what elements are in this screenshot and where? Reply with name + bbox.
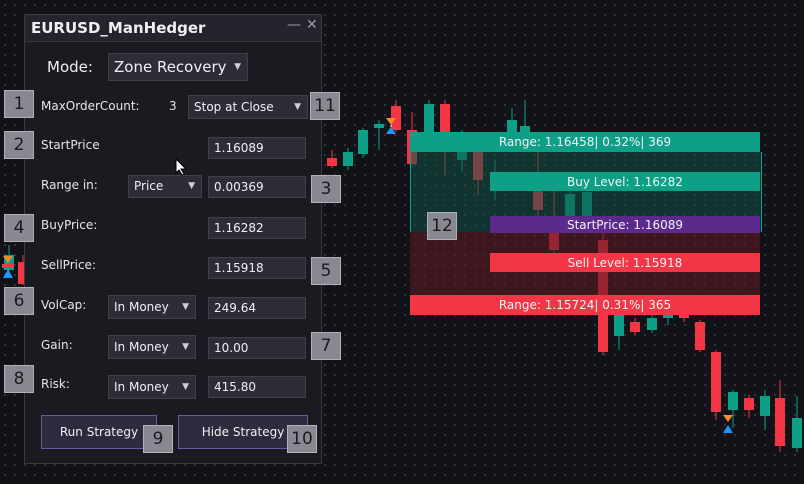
candle-body <box>695 322 705 350</box>
gain-label: Gain: <box>41 338 73 352</box>
gain-mode-select[interactable]: In Money ▼ <box>108 335 196 359</box>
close-icon[interactable]: ✕ <box>306 17 318 33</box>
range-low-label: Range: 1.15724| 0.31%| 365 <box>498 298 672 312</box>
sell-price-field[interactable]: 1.15918 <box>208 257 306 279</box>
mode-select-value: Zone Recovery <box>114 58 227 76</box>
callout-badge-7: 7 <box>311 332 341 360</box>
start-price-label: StartPrice <box>41 138 100 152</box>
candle-body <box>744 398 754 410</box>
buy-price-field[interactable]: 1.16282 <box>208 217 306 239</box>
volcap-mode-select[interactable]: In Money ▼ <box>108 295 196 319</box>
risk-field[interactable]: 415.80 <box>208 376 306 398</box>
candle-body <box>343 152 353 166</box>
gain-field[interactable]: 10.00 <box>208 337 306 359</box>
candle-body <box>711 352 721 412</box>
caret-down-icon: ▼ <box>294 102 301 112</box>
range-high-label: Range: 1.16458| 0.32%| 369 <box>498 135 672 149</box>
caret-down-icon: ▼ <box>182 382 189 392</box>
volcap-label: VolCap: <box>41 298 87 312</box>
callout-badge-4: 4 <box>4 214 34 242</box>
caret-down-icon: ▼ <box>188 181 195 191</box>
max-order-mode-value: Stop at Close <box>194 100 274 114</box>
candle-body <box>614 314 624 336</box>
panel-titlebar[interactable]: EURUSD_ManHedger — ✕ <box>25 15 321 42</box>
max-order-label: MaxOrderCount: <box>41 99 140 113</box>
max-order-value: 3 <box>169 99 177 113</box>
sell-price-label: SellPrice: <box>41 258 96 272</box>
buy-level-label: Buy Level: 1.16282 <box>567 175 683 189</box>
callout-badge-2: 2 <box>4 131 34 159</box>
risk-mode-value: In Money <box>114 380 169 394</box>
volcap-field[interactable]: 249.64 <box>208 297 306 319</box>
caret-down-icon: ▼ <box>234 62 241 72</box>
range-in-label: Range in: <box>41 178 98 192</box>
trade-arrow-icon[interactable] <box>2 254 16 280</box>
range-unit-select[interactable]: Price ▼ <box>128 175 202 198</box>
run-strategy-button[interactable]: Run Strategy <box>41 415 157 449</box>
cursor-arrow-icon <box>175 157 188 176</box>
mode-label: Mode: <box>47 58 93 76</box>
callout-badge-1: 1 <box>4 90 34 118</box>
candle-body <box>327 158 337 166</box>
minimize-icon[interactable]: — <box>287 17 301 33</box>
callout-badge-8: 8 <box>4 365 34 393</box>
caret-down-icon: ▼ <box>182 302 189 312</box>
callout-badge-3: 3 <box>311 175 341 203</box>
callout-badge-10: 10 <box>287 425 317 453</box>
risk-mode-select[interactable]: In Money ▼ <box>108 375 196 399</box>
candle-body <box>647 318 657 330</box>
trade-arrow-icon[interactable] <box>722 413 734 435</box>
gain-mode-value: In Money <box>114 340 169 354</box>
candle-body <box>760 396 770 416</box>
range-unit-value: Price <box>134 179 164 193</box>
callout-badge-12: 12 <box>427 212 457 240</box>
start-price-field[interactable]: 1.16089 <box>208 137 306 159</box>
max-order-mode-select[interactable]: Stop at Close ▼ <box>188 95 308 119</box>
candle-body <box>775 398 785 446</box>
trade-arrow-icon[interactable] <box>385 116 397 136</box>
callout-badge-6: 6 <box>4 287 34 315</box>
panel-title: EURUSD_ManHedger <box>31 19 206 37</box>
candle-body <box>440 104 450 135</box>
range-field[interactable]: 0.00369 <box>208 176 306 198</box>
candle-body <box>630 322 640 332</box>
candle-body <box>358 130 368 154</box>
risk-label: Risk: <box>41 377 70 391</box>
callout-badge-11: 11 <box>310 92 340 120</box>
sell-level-label: Sell Level: 1.15918 <box>567 256 683 270</box>
callout-badge-9: 9 <box>143 425 173 453</box>
candle-body <box>728 392 738 410</box>
volcap-mode-value: In Money <box>114 300 169 314</box>
candle-body <box>374 124 384 128</box>
caret-down-icon: ▼ <box>182 342 189 352</box>
callout-badge-5: 5 <box>311 257 341 285</box>
manhedger-panel[interactable]: EURUSD_ManHedger — ✕ Mode: Zone Recovery… <box>24 14 322 464</box>
candle-body <box>792 418 802 448</box>
start-price-label: StartPrice: 1.16089 <box>566 218 684 232</box>
buy-price-label: BuyPrice: <box>41 218 98 232</box>
mode-select[interactable]: Zone Recovery ▼ <box>108 53 248 81</box>
